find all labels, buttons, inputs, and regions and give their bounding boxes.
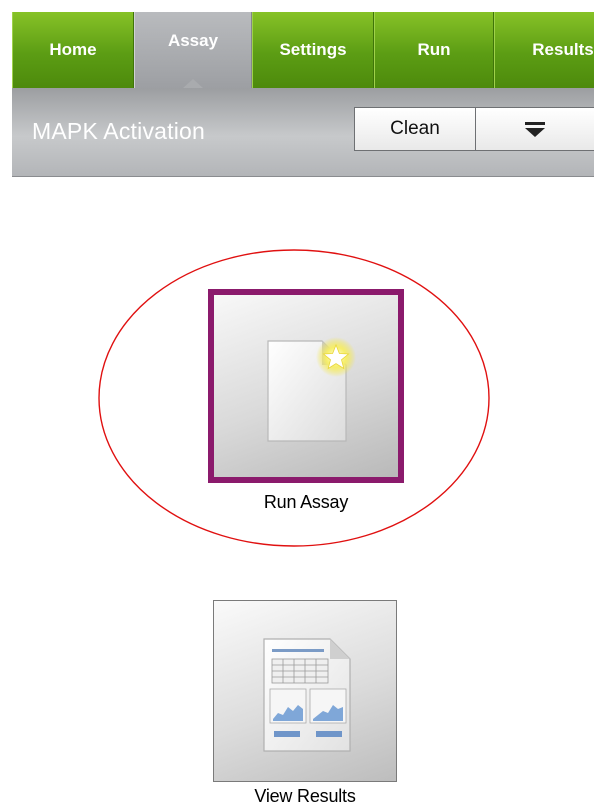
active-tab-indicator — [183, 79, 203, 88]
window-left-edge — [0, 0, 12, 810]
run-assay-button[interactable] — [208, 289, 404, 483]
tab-results-label: Results — [532, 40, 594, 59]
results-report-icon — [263, 638, 351, 752]
main-nav: Home Assay Settings Run Results — [12, 12, 594, 88]
clean-button-label: Clean — [390, 118, 440, 139]
tab-run-label: Run — [417, 40, 451, 59]
tab-assay[interactable]: Assay — [134, 12, 252, 88]
menu-dropdown-icon — [525, 122, 545, 137]
assay-header: MAPK Activation Clean — [12, 88, 594, 177]
tab-home[interactable]: Home — [12, 12, 134, 88]
tab-run[interactable]: Run — [374, 12, 494, 88]
page-title: MAPK Activation — [32, 118, 206, 144]
view-results-button[interactable] — [213, 600, 397, 782]
app-window: Home Assay Settings Run Results MAPK Act… — [0, 0, 594, 810]
menu-dropdown-button[interactable] — [476, 107, 594, 151]
new-document-star-icon — [267, 337, 356, 442]
tab-assay-label: Assay — [167, 31, 219, 50]
tab-results[interactable]: Results — [494, 12, 594, 88]
tab-settings[interactable]: Settings — [252, 12, 374, 88]
clean-button[interactable]: Clean — [354, 107, 476, 151]
tab-settings-label: Settings — [279, 40, 347, 59]
run-assay-label: Run Assay — [263, 492, 349, 512]
view-results-label: View Results — [254, 786, 356, 806]
tab-home-label: Home — [49, 40, 97, 59]
